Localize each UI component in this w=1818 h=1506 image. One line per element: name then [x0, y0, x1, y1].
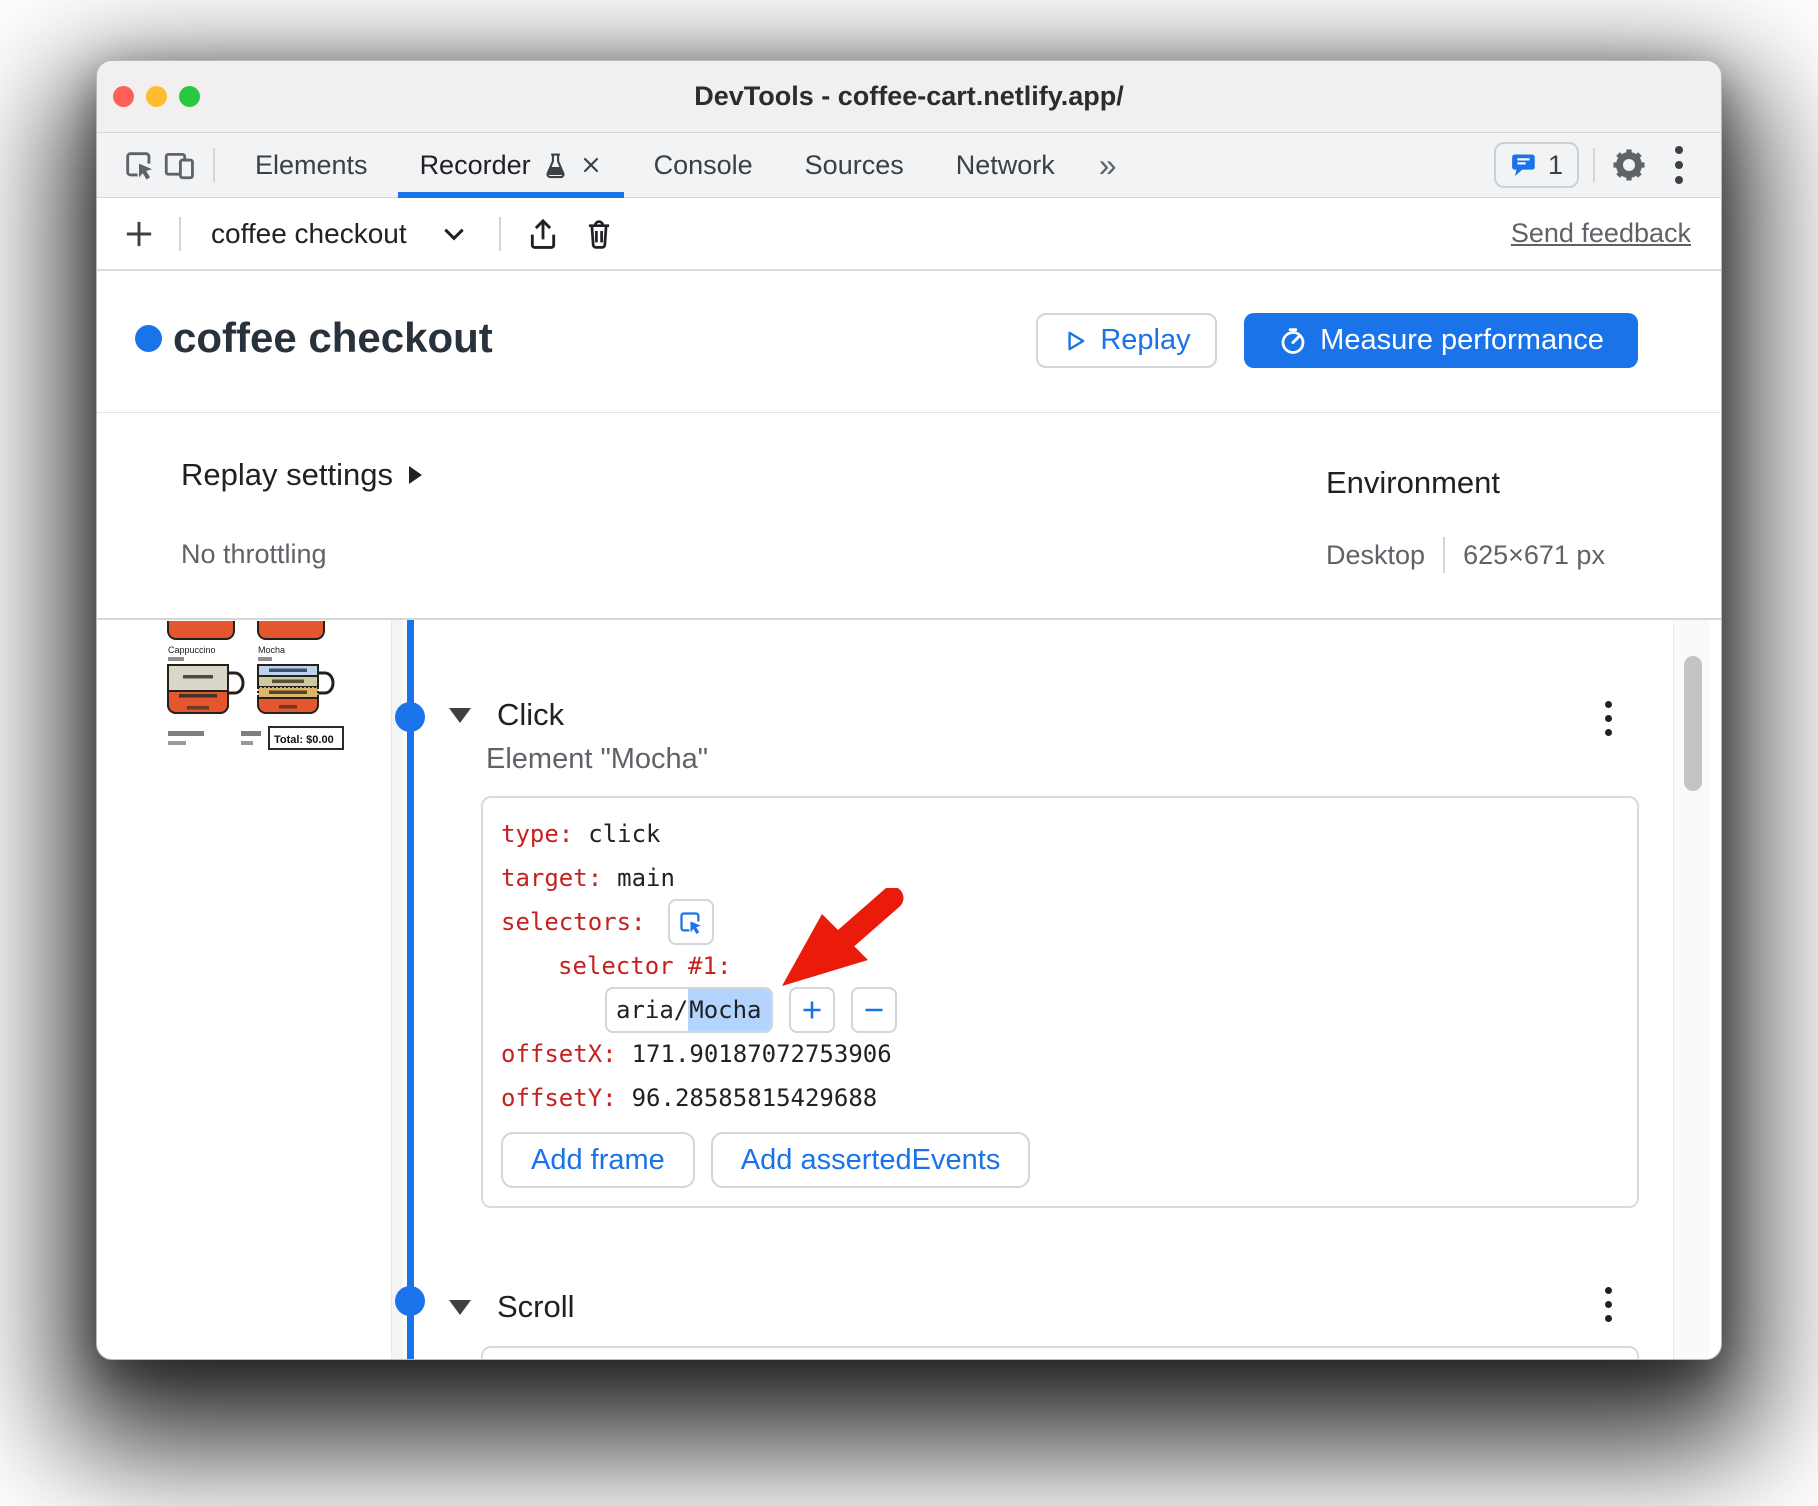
add-frame-button[interactable]: Add frame	[501, 1132, 695, 1188]
code-line-selectors: selectors:	[501, 900, 1617, 944]
step-code-editor[interactable]: type: click target: main selectors: sele…	[481, 796, 1639, 1208]
chevron-down-icon	[441, 225, 467, 243]
pick-selector-button[interactable]	[668, 899, 714, 945]
recorder-toolbar: coffee checkout	[97, 198, 1721, 271]
recording-status-dot	[135, 325, 162, 352]
code-line-target: target: main	[501, 856, 1617, 900]
devtools-menu-kebab-icon[interactable]	[1663, 138, 1695, 192]
tab-console[interactable]: Console	[628, 133, 779, 198]
environment-values: Desktop 625×671 px	[1326, 537, 1605, 573]
play-icon	[1062, 328, 1088, 354]
titlebar: DevTools - coffee-cart.netlify.app/	[97, 61, 1721, 133]
tab-sources[interactable]: Sources	[779, 133, 930, 198]
divider	[213, 148, 215, 182]
selector-input[interactable]: aria/ Mocha	[605, 987, 773, 1033]
send-feedback-link[interactable]: Send feedback	[1511, 218, 1691, 249]
thumbnail-product-right-label: Mocha	[258, 645, 285, 655]
delete-recording-icon[interactable]	[579, 214, 619, 254]
feedback-bubble-icon	[1510, 152, 1538, 178]
divider	[1443, 537, 1445, 573]
tab-recorder[interactable]: Recorder	[394, 133, 628, 198]
click-step-header[interactable]: Click Element "Mocha"	[449, 697, 708, 776]
close-recorder-tab-icon[interactable]	[580, 154, 602, 176]
tab-network[interactable]: Network	[930, 133, 1081, 198]
add-selector-part-button[interactable]	[789, 987, 835, 1033]
thumbnail-total-label: Total: $0.00	[274, 734, 334, 746]
scroll-step-header[interactable]: Scroll	[449, 1289, 575, 1325]
step-title: Click	[497, 697, 564, 733]
tab-elements[interactable]: Elements	[229, 133, 394, 198]
chevron-expanded-icon[interactable]	[449, 1300, 471, 1315]
add-recording-icon[interactable]	[119, 214, 159, 254]
code-line-offsetx: offsetX: 171.90187072753906	[501, 1032, 1617, 1076]
step-options-button[interactable]	[1593, 1279, 1624, 1330]
step-title: Scroll	[497, 1289, 575, 1325]
chevron-expanded-icon[interactable]	[449, 708, 471, 723]
measure-performance-button[interactable]: Measure performance	[1244, 313, 1638, 368]
device-toolbar-icon[interactable]	[159, 145, 199, 185]
sidebar-scroll-gutter	[391, 620, 403, 1360]
divider	[499, 217, 501, 251]
code-line-type: type: click	[501, 812, 1617, 856]
more-tabs-icon[interactable]: »	[1081, 147, 1135, 184]
divider	[97, 618, 1721, 620]
click-step-node[interactable]	[395, 702, 425, 732]
issues-button[interactable]: 1	[1494, 142, 1579, 188]
replay-settings-toggle[interactable]: Replay settings	[181, 457, 422, 493]
gauge-icon	[1278, 326, 1308, 356]
step-subtitle: Element "Mocha"	[486, 743, 708, 776]
code-line-offsety: offsetY: 96.28585815429688	[501, 1076, 1617, 1120]
issues-count: 1	[1548, 150, 1563, 181]
throttling-value: No throttling	[181, 539, 327, 570]
remove-selector-part-button[interactable]	[851, 987, 897, 1033]
chevron-right-icon	[409, 466, 422, 484]
selector-input-selected-text: Mocha	[688, 989, 770, 1031]
export-recording-icon[interactable]	[523, 214, 563, 254]
active-tab-underline	[398, 192, 624, 198]
scroll-step-node[interactable]	[395, 1286, 425, 1316]
add-asserted-events-button[interactable]: Add assertedEvents	[711, 1132, 1031, 1188]
selector-input-prefix: aria/	[616, 989, 688, 1031]
step-code-editor-partial	[481, 1346, 1639, 1360]
code-line-selector-value: aria/ Mocha	[501, 988, 1617, 1032]
scrollbar-thumb[interactable]	[1684, 656, 1702, 791]
thumbnail-product-left-label: Cappuccino	[168, 645, 216, 655]
window-title: DevTools - coffee-cart.netlify.app/	[97, 81, 1721, 112]
devtools-tabbar: Elements Recorder Console Sources	[97, 133, 1721, 198]
divider	[1593, 148, 1595, 182]
step-options-button[interactable]	[1593, 693, 1624, 744]
replay-button[interactable]: Replay	[1036, 313, 1217, 368]
environment-device: Desktop	[1326, 540, 1425, 571]
code-line-selector1: selector #1:	[501, 944, 1617, 988]
recording-select[interactable]: coffee checkout	[201, 218, 477, 250]
environment-heading: Environment	[1326, 465, 1500, 501]
gear-icon[interactable]	[1609, 145, 1649, 185]
inspect-element-icon[interactable]	[119, 145, 159, 185]
recording-select-value: coffee checkout	[211, 218, 407, 250]
recording-title: coffee checkout	[173, 314, 493, 362]
experiment-flask-icon	[543, 152, 568, 179]
environment-viewport: 625×671 px	[1463, 540, 1605, 571]
divider	[179, 217, 181, 251]
devtools-window: DevTools - coffee-cart.netlify.app/ Elem…	[96, 60, 1722, 1360]
step-screenshot-thumbnail[interactable]: Cappuccino Mocha	[141, 621, 346, 761]
